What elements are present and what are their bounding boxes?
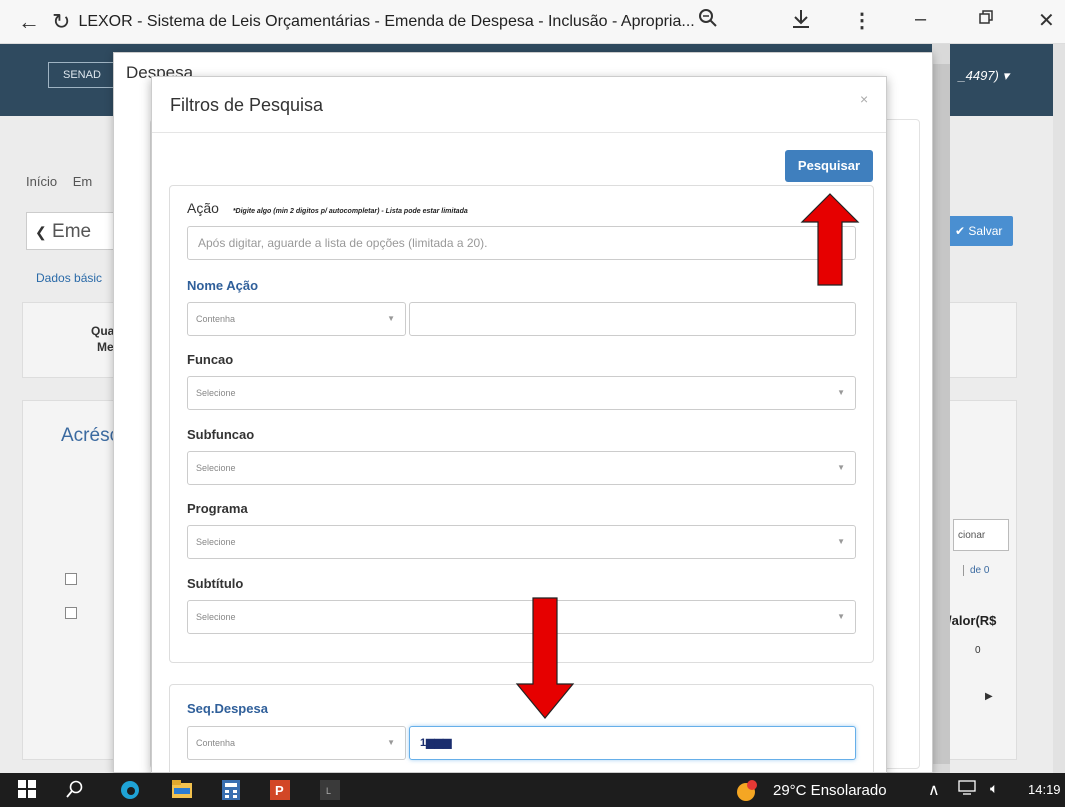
adicionar-button[interactable]: cionar — [953, 519, 1009, 551]
filtros-section: Ação *Digite algo (min 2 digitos p/ auto… — [169, 185, 874, 663]
valor-value: 0 — [975, 645, 981, 656]
edge-icon[interactable] — [120, 780, 140, 805]
app-icon[interactable]: L — [320, 780, 340, 805]
caret-down-icon: ▼ — [837, 388, 845, 397]
red-arrow-down-annotation — [515, 597, 575, 719]
programa-label: Programa — [187, 501, 248, 516]
subfuncao-select[interactable]: Selecione ▼ — [187, 451, 856, 485]
caret-down-icon: ▼ — [837, 537, 845, 546]
nome-acao-operator-value: Contenha — [196, 314, 236, 324]
acao-placeholder: Após digitar, aguarde a lista de opções … — [198, 236, 488, 250]
breadcrumb-item-em[interactable]: Em — [73, 174, 93, 189]
svg-text:L: L — [326, 786, 331, 796]
windows-start-icon[interactable] — [18, 780, 36, 803]
seq-despesa-input[interactable]: 1▆▆▆ — [409, 726, 856, 760]
filtros-modal-title: Filtros de Pesquisa — [170, 95, 324, 115]
card-label-2: Me — [97, 340, 114, 354]
weather-text[interactable]: 29°C Ensolarado — [773, 782, 887, 799]
nome-acao-operator-select[interactable]: Contenha ▼ — [187, 302, 406, 336]
card-label: Qua Me — [91, 323, 114, 355]
subfuncao-value: Selecione — [196, 463, 236, 473]
seq-despesa-value: 1▆▆▆ — [420, 737, 452, 749]
svg-text:P: P — [275, 783, 284, 798]
windows-taskbar: P L 29°C Ensolarado ∧ 🔈︎ 14:19 — [0, 773, 1065, 807]
scroll-right-icon[interactable]: ▶ — [985, 691, 993, 702]
programa-select[interactable]: Selecione ▼ — [187, 525, 856, 559]
caret-down-icon: ▼ — [387, 738, 395, 747]
page-title-text: Eme — [52, 221, 92, 242]
card-label-1: Qua — [91, 324, 115, 338]
user-name: _4497) — [958, 68, 999, 83]
caret-down-icon: ▼ — [387, 314, 395, 323]
close-icon[interactable]: × — [860, 91, 868, 107]
restore-icon[interactable] — [978, 8, 994, 31]
funcao-value: Selecione — [196, 388, 236, 398]
filtros-modal-header: Filtros de Pesquisa × — [152, 77, 886, 133]
save-button-label: Salvar — [968, 224, 1003, 238]
programa-value: Selecione — [196, 537, 236, 547]
clock-time[interactable]: 14:19 — [1028, 782, 1061, 797]
tab-dados-basicos[interactable]: Dados básic — [36, 271, 102, 285]
zoom-icon[interactable] — [698, 8, 718, 34]
network-icon[interactable] — [958, 780, 976, 801]
subtitulo-label: Subtítulo — [187, 576, 244, 591]
download-icon[interactable] — [790, 8, 812, 36]
seq-despesa-operator-select[interactable]: Contenha ▼ — [187, 726, 406, 760]
valor-header: /alor(R$ — [948, 613, 997, 628]
reload-icon[interactable]: ↻ — [52, 9, 70, 35]
user-menu[interactable]: _4497) ▾ — [958, 68, 1009, 84]
nome-acao-input[interactable] — [409, 302, 856, 336]
minimize-icon[interactable]: – — [915, 8, 926, 31]
speaker-icon[interactable]: 🔈︎ — [990, 780, 998, 797]
breadcrumb-item-inicio[interactable]: Início — [26, 174, 57, 189]
calculator-icon[interactable] — [222, 780, 240, 805]
checkbox[interactable] — [65, 607, 77, 619]
acao-input[interactable]: Após digitar, aguarde a lista de opções … — [187, 226, 856, 260]
section-title: Acrésc — [61, 425, 120, 446]
kebab-menu-icon[interactable]: ⋮ — [852, 8, 872, 33]
nome-acao-label: Nome Ação — [187, 278, 259, 293]
funcao-label: Funcao — [187, 352, 234, 367]
pesquisar-button[interactable]: Pesquisar — [785, 150, 873, 182]
browser-titlebar: ← ↻ LEXOR - Sistema de Leis Orçamentária… — [0, 0, 1065, 44]
acao-label: Ação *Digite algo (min 2 digitos p/ auto… — [187, 200, 468, 216]
window-title: LEXOR - Sistema de Leis Orçamentárias - … — [78, 12, 695, 30]
powerpoint-icon[interactable]: P — [270, 780, 290, 805]
file-explorer-icon[interactable] — [172, 780, 192, 803]
page-title: ❮ Eme — [26, 212, 126, 250]
back-circle-icon[interactable]: ❮ — [35, 224, 47, 240]
caret-down-icon: ▼ — [837, 463, 845, 472]
chevron-up-icon[interactable]: ∧ — [928, 780, 940, 800]
checkbox[interactable] — [65, 573, 77, 585]
breadcrumb: Início Em — [26, 174, 104, 189]
adicionar-label: cionar — [958, 530, 986, 541]
seq-despesa-operator-value: Contenha — [196, 738, 236, 748]
caret-down-icon: ▼ — [837, 612, 845, 621]
funcao-select[interactable]: Selecione ▼ — [187, 376, 856, 410]
red-arrow-up-annotation — [800, 193, 860, 286]
pagination: de 0 — [963, 565, 989, 576]
seq-despesa-label: Seq.Despesa — [187, 701, 268, 716]
arrow-left-icon[interactable]: ← — [18, 9, 40, 35]
subfuncao-label: Subfuncao — [187, 427, 255, 442]
acao-hint: *Digite algo (min 2 digitos p/ autocompl… — [232, 208, 468, 215]
search-icon[interactable] — [66, 780, 84, 803]
weather-icon[interactable] — [735, 780, 757, 807]
subtitulo-value: Selecione — [196, 612, 236, 622]
acao-label-text: Ação — [187, 200, 219, 216]
close-icon[interactable]: ✕ — [1038, 8, 1055, 33]
pagination-text: de 0 — [970, 565, 990, 576]
save-button[interactable]: ✔ Salvar — [945, 216, 1013, 246]
page-scrollbar[interactable] — [1053, 44, 1065, 773]
modal-scrollbar-thumb[interactable] — [932, 64, 950, 764]
